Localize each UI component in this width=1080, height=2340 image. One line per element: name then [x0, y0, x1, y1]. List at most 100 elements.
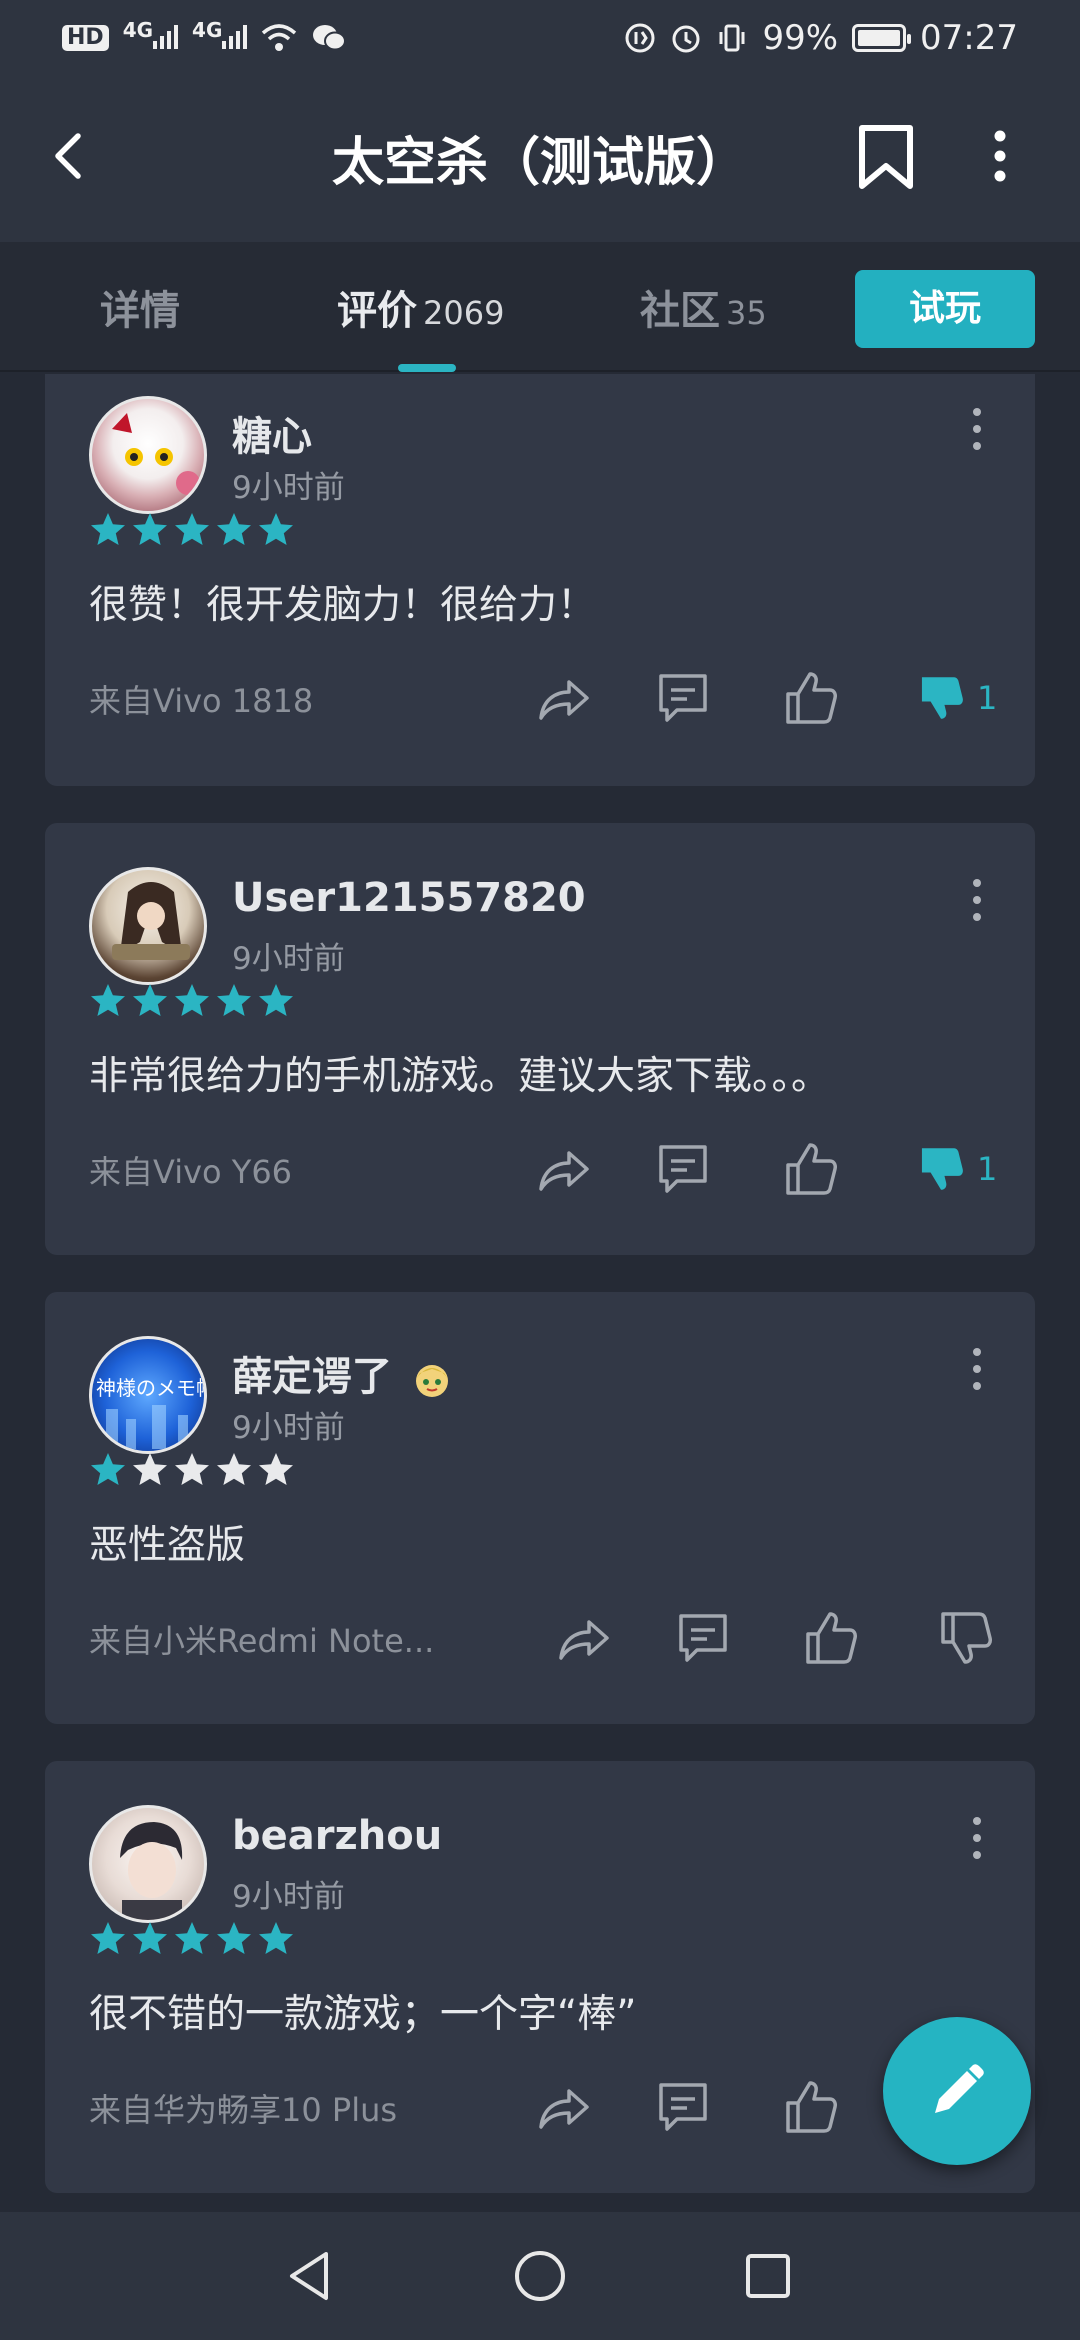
star-empty-icon [259, 1453, 293, 1485]
star-filled-icon [175, 513, 209, 545]
comment-icon [659, 1145, 707, 1193]
wifi-icon [262, 24, 297, 51]
avatar[interactable] [89, 1805, 207, 1923]
review-card: 糖心 9小时前 很赞！很开发脑力！很给力！ 来自Vivo 1818 1 [45, 374, 1035, 786]
wechat-icon [313, 24, 347, 51]
dislike-button[interactable] [935, 1608, 995, 1668]
comment-icon [659, 2083, 707, 2131]
star-filled-icon [259, 984, 293, 1016]
thumbs-down-icon [921, 677, 963, 719]
nav-back-button[interactable] [280, 2246, 340, 2306]
star-rating [89, 1450, 295, 1488]
share-button[interactable] [533, 668, 593, 728]
active-tab-indicator [398, 364, 456, 372]
star-filled-icon [133, 1922, 167, 1954]
review-more-button[interactable] [962, 404, 992, 454]
system-nav-bar [0, 2212, 1080, 2340]
like-button[interactable] [780, 1139, 840, 1199]
comment-button[interactable] [653, 2077, 713, 2137]
star-empty-icon [175, 1453, 209, 1485]
review-more-button[interactable] [962, 1344, 992, 1394]
tab-details[interactable]: 详情 [100, 278, 180, 336]
circle-home-icon [515, 2251, 565, 2301]
write-review-button[interactable] [883, 2017, 1031, 2165]
star-filled-icon [91, 1453, 125, 1485]
svg-text:神様のメモ帳: 神様のメモ帳 [96, 1376, 207, 1400]
share-icon [559, 1620, 609, 1660]
thumbs-up-icon [786, 1143, 837, 1195]
avatar[interactable] [89, 396, 207, 514]
user-badge-icon [415, 1365, 448, 1397]
tab-reviews[interactable]: 评价 2069 [337, 278, 504, 336]
reviewer-name[interactable]: 薛定谔了 [232, 1354, 392, 1400]
more-vertical-icon [973, 1348, 981, 1390]
app-header: 太空杀（测试版） [0, 76, 1080, 242]
star-empty-icon [217, 1453, 251, 1485]
clock: 07:27 [920, 18, 1018, 58]
share-button[interactable] [533, 1139, 593, 1199]
share-icon [539, 1151, 589, 1191]
comment-button[interactable] [673, 1608, 733, 1668]
share-button[interactable] [553, 1608, 613, 1668]
tab-reviews-count: 2069 [423, 294, 505, 332]
battery-icon [852, 24, 912, 52]
review-time: 9小时前 [232, 941, 345, 977]
like-button[interactable] [800, 1608, 860, 1668]
signal-bars-icon [153, 23, 179, 50]
review-card: bearzhou 9小时前 很不错的一款游戏；一个字“棒” 来自华为畅享10 P… [45, 1761, 1035, 2193]
dislike-count: 1 [977, 679, 998, 717]
star-filled-icon [217, 1922, 251, 1954]
star-filled-icon [133, 513, 167, 545]
signal-bars-icon [222, 23, 248, 50]
more-options-button[interactable] [980, 126, 1020, 186]
review-more-button[interactable] [962, 1813, 992, 1863]
tab-community-count: 35 [726, 294, 767, 332]
hd-voice-icon: HD [62, 24, 109, 51]
more-vertical-icon [994, 130, 1006, 182]
reviewer-name[interactable]: User121557820 [232, 875, 586, 921]
reviewer-name-row: 薛定谔了 [232, 1344, 454, 1402]
triangle-back-icon [290, 2252, 328, 2300]
nav-home-button[interactable] [510, 2246, 570, 2306]
comment-button[interactable] [653, 1139, 713, 1199]
review-device: 来自Vivo Y66 [89, 1153, 293, 1191]
star-filled-icon [91, 984, 125, 1016]
bookmark-button[interactable] [856, 122, 916, 192]
review-list[interactable]: 糖心 9小时前 很赞！很开发脑力！很给力！ 来自Vivo 1818 1 User… [0, 374, 1080, 2212]
dislike-button[interactable]: 1 [915, 668, 1005, 728]
comment-icon [679, 1614, 727, 1662]
share-button[interactable] [533, 2077, 593, 2137]
pencil-icon [935, 2064, 984, 2113]
reviewer-name[interactable]: bearzhou [232, 1813, 442, 1859]
review-text: 很不错的一款游戏；一个字“棒” [89, 1992, 637, 2037]
alarm-icon [672, 25, 700, 53]
signal-2: 4G [192, 18, 248, 58]
review-time: 9小时前 [232, 1879, 345, 1915]
try-play-button[interactable]: 试玩 [855, 270, 1035, 348]
avatar[interactable] [89, 867, 207, 985]
thumbs-down-icon [921, 1148, 963, 1190]
battery-percent: 99% [762, 18, 839, 58]
comment-icon [659, 674, 707, 722]
square-recents-icon [746, 2254, 790, 2298]
reviewer-name[interactable]: 糖心 [232, 404, 312, 462]
more-vertical-icon [973, 1817, 981, 1859]
comment-button[interactable] [653, 668, 713, 728]
thumbs-up-icon [786, 2081, 837, 2133]
tab-community[interactable]: 社区 35 [640, 278, 767, 336]
star-filled-icon [133, 984, 167, 1016]
like-button[interactable] [780, 2077, 840, 2137]
review-time: 9小时前 [232, 470, 345, 506]
avatar[interactable]: 神様のメモ帳 [89, 1336, 207, 1454]
bookmark-icon [859, 125, 913, 189]
review-more-button[interactable] [962, 875, 992, 925]
review-text: 很赞！很开发脑力！很给力！ [89, 583, 597, 628]
review-device: 来自小米Redmi Note... [89, 1622, 435, 1660]
vibrate-icon [719, 24, 745, 52]
thumbs-up-icon [806, 1612, 857, 1664]
dislike-button[interactable]: 1 [915, 1139, 1005, 1199]
like-button[interactable] [780, 668, 840, 728]
review-card: 神様のメモ帳 薛定谔了 9小时前 恶性盗版 来自小米Redmi Note... [45, 1292, 1035, 1724]
nav-recents-button[interactable] [738, 2246, 798, 2306]
dislike-count: 1 [977, 1150, 998, 1188]
